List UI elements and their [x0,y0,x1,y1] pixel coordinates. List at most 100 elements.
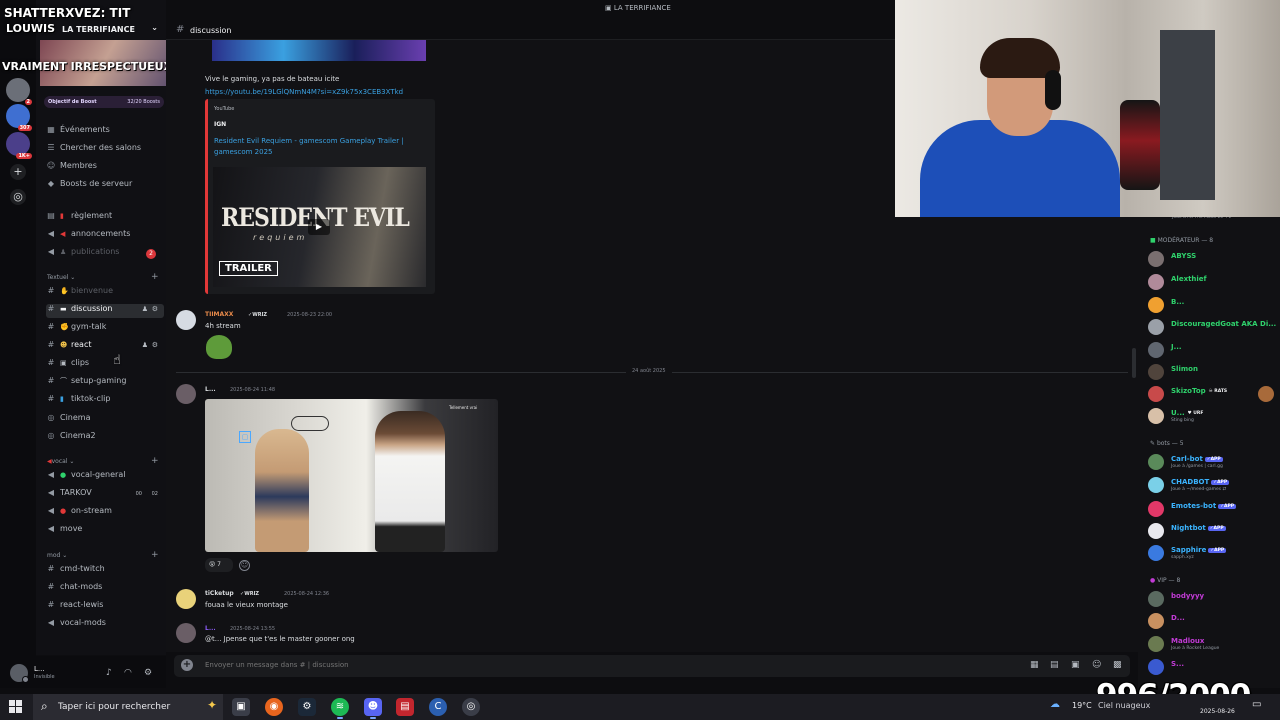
image-attachment[interactable]: ▢ Tellement vrai [205,399,498,552]
member-row[interactable]: Carl-bot ✓APP Joue à /games | carl.gg [1148,452,1280,472]
message-author[interactable]: tiCketup [205,590,234,597]
previous-image-attachment[interactable] [212,40,426,61]
member-row[interactable]: Madloux Joue à Rocket League [1148,634,1280,654]
member-row[interactable]: DiscouragedGoat AKA Di... [1148,317,1280,337]
role-tag-text: WRIZ [244,591,260,597]
avatar[interactable] [176,384,196,404]
member-row[interactable]: Alexthief [1148,272,1280,292]
channel-annoncements[interactable]: ◀ ◀ annoncements [46,229,164,243]
channel-vocal-general[interactable]: ◀ ● vocal-general [46,470,164,484]
embed-author[interactable]: IGN [214,121,226,128]
channel-settings-icon[interactable]: ⚙ [152,341,158,349]
explore-icon[interactable]: ◎ [10,189,26,205]
member-row[interactable]: B... [1148,295,1280,315]
category-vocal[interactable]: ◀vocal ⌄ + [47,456,159,466]
avatar[interactable] [176,623,196,643]
server-icon[interactable]: 307 [6,104,32,131]
add-reaction-icon[interactable]: ☺ [239,560,250,571]
category-textuel[interactable]: Textuel ⌄ + [47,272,159,282]
nav-browse-channels[interactable]: ☰ Chercher des salons [46,143,164,157]
member-row[interactable]: Emotes-bot ✓APP [1148,499,1280,519]
nav-members[interactable]: ☺ Membres [46,161,164,175]
server-icon[interactable]: 2 [6,78,32,105]
channel-cinema[interactable]: ◎ Cinema [46,413,164,427]
add-channel-icon[interactable]: + [151,456,159,466]
message-author[interactable]: L... [205,625,216,632]
gif-icon[interactable]: ▤ [1050,660,1059,670]
nav-events[interactable]: ▦ Événements [46,125,164,139]
task-view-icon[interactable]: ▣ [232,698,250,716]
attach-plus-icon[interactable]: + [181,659,193,671]
channel-clips[interactable]: # ▣ clips [46,358,164,372]
channel-gym-talk[interactable]: # ✊ gym-talk [46,322,164,336]
channel-vocal-mods[interactable]: ◀ vocal-mods [46,618,164,632]
invite-icon[interactable]: ♟ [142,341,148,349]
obs-icon[interactable]: ◎ [462,698,480,716]
channel-cmd-twitch[interactable]: # cmd-twitch [46,564,164,578]
add-channel-icon[interactable]: + [151,272,159,282]
channel-tiktok-clip[interactable]: # ▮ tiktok-clip [46,394,164,408]
avatar[interactable] [176,589,196,609]
member-row[interactable]: U... ♥ URF Sting bing [1148,406,1280,426]
channel-react-lewis[interactable]: # react-lewis [46,600,164,614]
message-author[interactable]: L... [205,386,216,393]
channel-move[interactable]: ◀ move [46,524,164,538]
chat-scrollbar[interactable] [1132,348,1136,378]
firefox-icon[interactable]: ◉ [265,698,283,716]
channel-on-stream[interactable]: ◀ ● on-stream [46,506,164,520]
member-row[interactable]: CHADBOT ✓APP Joue à ~/meed-games ⇄ [1148,475,1280,495]
member-row[interactable]: ABYSS [1148,249,1280,269]
windows-start-icon[interactable] [9,700,23,714]
category-mod[interactable]: mod ⌄ + [47,550,159,560]
microphone-icon[interactable]: ♪ [106,668,112,678]
member-row[interactable]: D... [1148,611,1280,631]
weather-icon[interactable]: ☁ [1050,699,1060,710]
reaction-chip[interactable]: 😵 7 [205,558,233,572]
member-row[interactable]: bodyyyy [1148,589,1280,609]
embed-title-line-1[interactable]: Resident Evil Requiem - gamescom Gamepla… [214,137,404,145]
server-icon[interactable]: 1K+ [6,132,32,159]
play-icon[interactable]: ▶ [308,219,330,235]
member-row[interactable]: Nightbot ✓APP [1148,521,1280,541]
steam-icon[interactable]: ⚙ [298,698,316,716]
channel-react[interactable]: # ☻ react ⚙ ♟ [46,340,164,354]
spotify-icon[interactable]: ≋ [331,698,349,719]
server-header[interactable]: LA TERRIFIANCE ⌄ [40,22,166,38]
member-row[interactable]: Sapphire ✓APP sapph.xyz [1148,543,1280,563]
message-author[interactable]: TIIMAXX [205,311,233,318]
headphones-icon[interactable]: ◠ [124,668,132,678]
member-row[interactable]: J... [1148,340,1280,360]
gift-icon[interactable]: ▦ [1030,660,1039,670]
taskbar-search[interactable]: ⌕ Taper ici pour rechercher ✦ [33,694,223,720]
video-thumbnail[interactable]: RESIDENT EVIL requiem TRAILER ▶ [213,167,426,287]
message-input[interactable] [205,661,805,669]
add-channel-icon[interactable]: + [151,550,159,560]
recording-app-icon[interactable]: ▤ [396,698,414,716]
member-row[interactable]: S... [1148,657,1280,677]
sticker-icon[interactable]: ▣ [1071,660,1080,670]
boost-goal-bar[interactable]: Objectif de Boost 32/20 Boosts [44,96,164,108]
app-icon[interactable]: C [429,698,447,716]
add-server-icon[interactable]: + [10,164,26,180]
member-row[interactable]: SkizoTop ☠ RATS [1148,384,1280,404]
gear-icon[interactable]: ⚙ [144,668,152,678]
notification-icon[interactable]: ▭ [1252,699,1261,710]
apps-icon[interactable]: ▩ [1113,660,1122,670]
channel-discussion[interactable]: # ▬ discussion ⚙ ♟ [46,304,164,318]
embed-title-line-2[interactable]: gamescom 2025 [214,148,273,156]
channel-publications[interactable]: ◀ ♟ publications 2 [46,247,164,261]
avatar[interactable] [176,310,196,330]
channel-settings-icon[interactable]: ⚙ [152,305,158,313]
channel-setup-gaming[interactable]: # ⌒ setup-gaming [46,376,164,390]
channel-reglement[interactable]: ▤ ▮ règlement [46,211,164,225]
nav-server-boosts[interactable]: ◆ Boosts de serveur [46,179,164,193]
invite-icon[interactable]: ♟ [142,305,148,313]
channel-cinema2[interactable]: ◎ Cinema2 [46,431,164,445]
member-row[interactable]: Slimon [1148,362,1280,382]
emoji-picker-icon[interactable]: ☺ [1092,660,1101,670]
channel-chat-mods[interactable]: # chat-mods [46,582,164,596]
channel-bienvenue[interactable]: # ✋ bienvenue [46,286,164,300]
channel-tarkov[interactable]: ◀ TARKOV 00 02 [46,488,164,502]
message-link[interactable]: https://youtu.be/19LGlQNmN4M?si=xZ9k75x3… [205,88,403,96]
discord-icon[interactable]: ☻ [364,698,382,719]
